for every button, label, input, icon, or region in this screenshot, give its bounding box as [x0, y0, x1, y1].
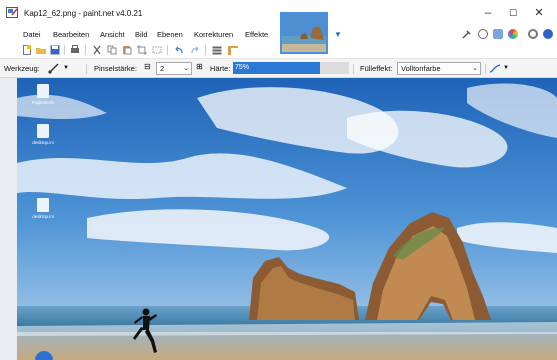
- menu-effekte[interactable]: Effekte: [245, 30, 268, 39]
- antialiasing-icon[interactable]: [489, 63, 501, 74]
- recycle-bin-icon: [37, 84, 49, 98]
- ruler-icon[interactable]: [228, 45, 238, 55]
- cut-icon[interactable]: [92, 45, 102, 55]
- canvas-left-margin: [0, 78, 18, 360]
- brush-width-label: Pinselstärke:: [94, 64, 137, 73]
- toolbar-separator: [85, 45, 86, 55]
- grid-icon[interactable]: [212, 45, 222, 55]
- toolbar-separator: [64, 45, 65, 55]
- brush-width-value: 2: [160, 64, 165, 73]
- fill-mode-value: Volltonfarbe: [401, 64, 441, 73]
- decrease-width-icon[interactable]: ⊟: [144, 62, 151, 71]
- landscape-image: [17, 78, 557, 360]
- image-canvas[interactable]: Papierkorb desktop.ini desktop.ini: [17, 78, 557, 360]
- options-separator: [353, 64, 354, 74]
- paint-net-window: Kap12_62.png - paint.net v4.0.21 – ☐ ✕ ▼…: [0, 0, 557, 360]
- hardness-value: 75%: [235, 64, 250, 71]
- desktop-icon-file[interactable]: desktop.ini: [23, 198, 63, 219]
- title-bar[interactable]: Kap12_62.png - paint.net v4.0.21 – ☐ ✕: [0, 0, 557, 26]
- menu-bearbeiten[interactable]: Bearbeiten: [53, 30, 89, 39]
- minimize-button[interactable]: –: [476, 5, 500, 21]
- open-folder-icon[interactable]: [36, 45, 46, 55]
- increase-width-icon[interactable]: ⊞: [196, 62, 203, 71]
- menu-ebenen[interactable]: Ebenen: [157, 30, 183, 39]
- desktop-icon-label: desktop.ini: [32, 214, 54, 219]
- menu-bar: Datei Bearbeiten Ansicht Bild Ebenen Kor…: [0, 26, 557, 42]
- desktop-icon-label: desktop.ini: [32, 140, 54, 145]
- toolbar: [0, 43, 557, 57]
- desktop-icon-recycle-bin[interactable]: Papierkorb: [23, 84, 63, 105]
- paint-net-app-icon: [6, 7, 18, 18]
- menu-ansicht[interactable]: Ansicht: [100, 30, 125, 39]
- tools-window-icon[interactable]: [462, 29, 472, 39]
- toolbar-separator: [205, 45, 206, 55]
- menu-bild[interactable]: Bild: [135, 30, 148, 39]
- menu-korrekturen[interactable]: Korrekturen: [194, 30, 233, 39]
- paintbrush-tool-icon[interactable]: [48, 63, 60, 74]
- toolbar-separator: [167, 45, 168, 55]
- fill-label: Fülleffekt:: [360, 64, 393, 73]
- colors-window-icon[interactable]: [508, 29, 518, 39]
- settings-gear-icon[interactable]: [528, 29, 538, 39]
- fill-mode-combo[interactable]: Volltonfarbe ⌄: [397, 62, 481, 75]
- antialiasing-dropdown-icon[interactable]: ▼: [503, 65, 509, 71]
- deselect-icon[interactable]: [152, 45, 162, 55]
- redo-icon[interactable]: [190, 45, 200, 55]
- maximize-button[interactable]: ☐: [501, 5, 525, 21]
- layers-window-icon[interactable]: [493, 29, 503, 39]
- hardness-label: Härte:: [210, 64, 231, 73]
- brush-width-combo[interactable]: 2 ⌄: [156, 62, 192, 75]
- window-title: Kap12_62.png - paint.net v4.0.21: [24, 9, 143, 18]
- file-icon: [37, 198, 49, 212]
- file-icon: [37, 124, 49, 138]
- menu-datei[interactable]: Datei: [23, 30, 41, 39]
- paste-icon[interactable]: [122, 45, 132, 55]
- copy-icon[interactable]: [107, 45, 117, 55]
- tool-dropdown-icon[interactable]: ▼: [63, 65, 69, 71]
- canvas-workspace[interactable]: Papierkorb desktop.ini desktop.ini: [17, 78, 557, 360]
- crop-to-selection-icon[interactable]: [137, 45, 147, 55]
- options-separator: [485, 64, 486, 74]
- tool-label: Werkzeug:: [4, 64, 40, 73]
- chevron-down-icon: ⌄: [183, 65, 189, 72]
- desktop-icon-label: Papierkorb: [32, 100, 54, 105]
- help-icon[interactable]: [543, 29, 553, 39]
- hardness-slider[interactable]: 75%: [233, 62, 349, 74]
- print-icon[interactable]: [70, 45, 80, 55]
- desktop-icon-file[interactable]: desktop.ini: [23, 124, 63, 145]
- save-icon[interactable]: [50, 45, 60, 55]
- new-image-icon[interactable]: [22, 45, 32, 55]
- undo-icon[interactable]: [174, 45, 184, 55]
- close-button[interactable]: ✕: [527, 5, 551, 21]
- history-window-icon[interactable]: [478, 29, 488, 39]
- options-separator: [86, 64, 87, 74]
- chevron-down-icon: ⌄: [472, 65, 478, 72]
